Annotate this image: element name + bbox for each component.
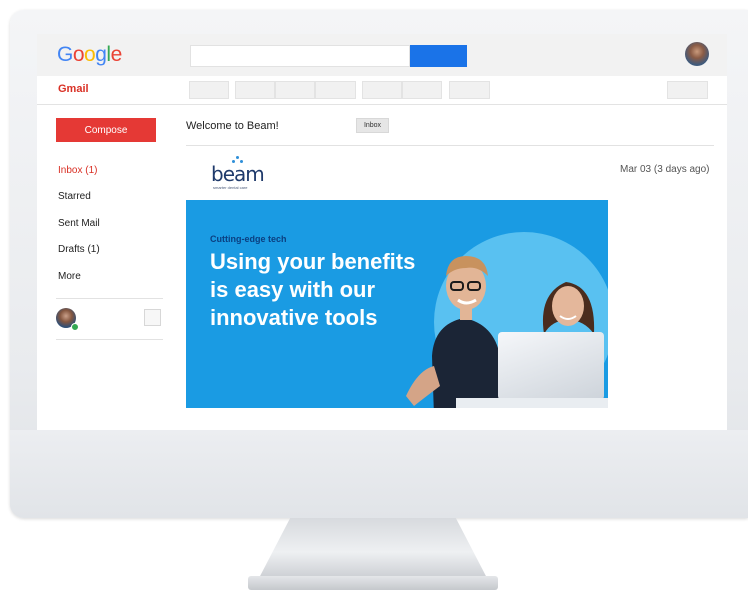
monitor-stand-base [248,576,498,590]
search-button[interactable] [410,45,467,67]
brand-wordmark: beam [211,162,265,186]
beam-logo: beam smarter dental care [211,156,271,192]
sidebar-divider [56,298,163,299]
sidebar-divider [56,339,163,340]
toolbar-button[interactable] [449,81,490,99]
toolbar-button[interactable] [315,81,356,99]
brand-tagline: smarter dental care [213,185,248,190]
account-avatar[interactable] [685,42,709,66]
top-bar: Google [37,34,727,76]
logo-letter: G [57,43,73,66]
settings-button[interactable] [667,81,708,99]
toolbar-button[interactable] [275,81,315,99]
toolbar-button[interactable] [235,81,275,99]
desk-image [456,398,608,408]
toolbar-button[interactable] [189,81,229,99]
sidebar-item-starred[interactable]: Starred [58,191,91,202]
sidebar-item-inbox[interactable]: Inbox (1) [58,165,97,176]
email-date: Mar 03 (3 days ago) [620,164,710,175]
logo-letter: g [95,43,107,66]
inbox-label-chip[interactable]: Inbox [356,118,389,133]
laptop-image [498,332,604,400]
sidebar-item-more[interactable]: More [58,271,81,282]
logo-letter: e [110,43,123,66]
email-subject: Welcome to Beam! [186,120,279,132]
search-input[interactable] [190,45,410,67]
message-divider [186,145,714,146]
monitor-stand [258,518,488,580]
sidebar-item-drafts[interactable]: Drafts (1) [58,244,100,255]
gmail-screen: Google Gmail Compose Inbox (1) Starred S… [37,34,727,430]
logo-dot [236,156,239,159]
logo-letter: o [84,43,96,66]
compose-button[interactable]: Compose [56,118,156,142]
toolbar-button[interactable] [402,81,442,99]
promo-banner[interactable]: Cutting-edge tech Using your benefits is… [186,200,608,408]
logo-letter: o [72,43,85,66]
toolbar-button[interactable] [362,81,402,99]
gmail-app-label[interactable]: Gmail [58,83,89,95]
banner-eyebrow: Cutting-edge tech [210,234,287,244]
google-logo[interactable]: Google [57,43,122,67]
online-status-icon [71,323,79,331]
sidebar-item-sent-mail[interactable]: Sent Mail [58,218,100,229]
chat-button[interactable] [144,309,161,326]
monitor-chin [10,430,748,518]
